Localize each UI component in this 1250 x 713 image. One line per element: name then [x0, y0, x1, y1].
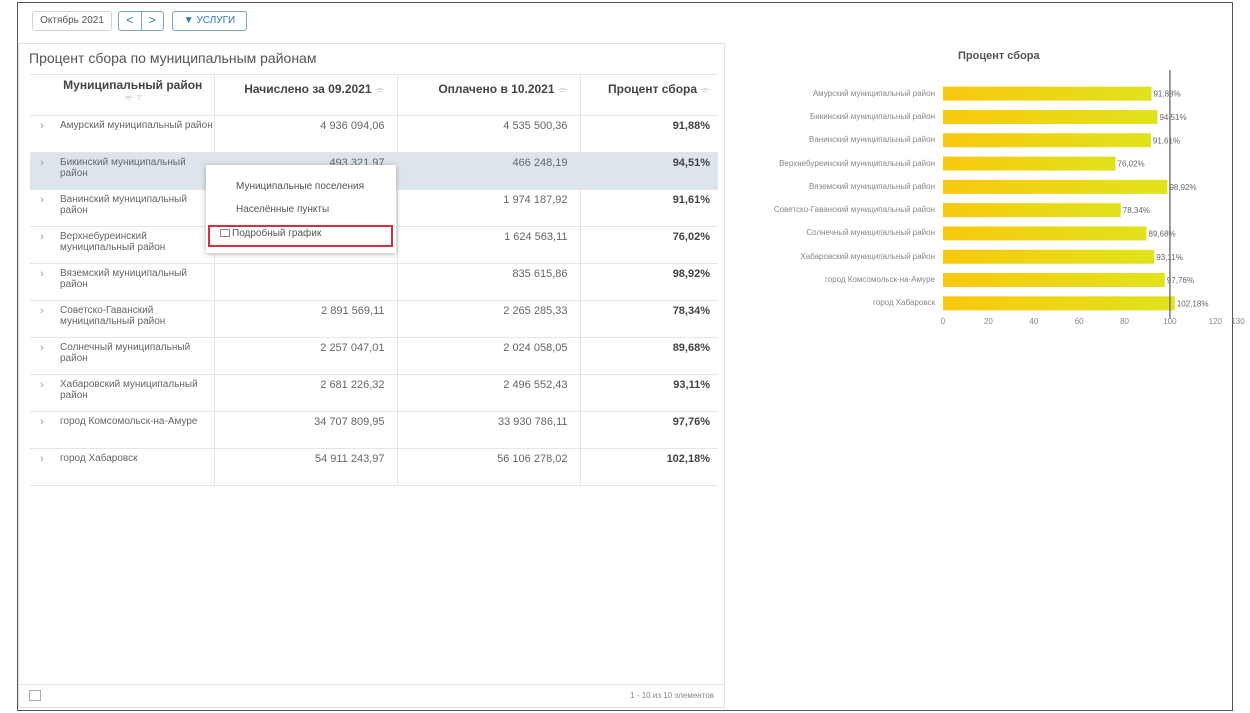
- table-row[interactable]: › Советско-Гаванский муниципальный район 2…: [30, 300, 718, 338]
- column-header-district[interactable]: Муниципальный район ⌯ ▿: [54, 74, 215, 116]
- x-tick-label: 130: [1231, 317, 1245, 326]
- category-label: Советско-Гаванский муниципальный район: [773, 205, 935, 215]
- paid-cell: 466 248,19: [397, 152, 581, 190]
- paid-cell: 4 535 500,36: [397, 115, 581, 153]
- collection-table: Муниципальный район ⌯ ▿ Начислено за 09.…: [30, 74, 718, 486]
- expand-row-button[interactable]: ›: [30, 337, 54, 375]
- table-row[interactable]: › Солнечный муниципальный район 2 257 047,…: [30, 337, 718, 375]
- table-row[interactable]: › город Комсомольск-на-Амуре 34 707 809,95…: [30, 411, 718, 449]
- category-label: Амурский муниципальный район: [812, 88, 935, 98]
- month-nav: < >: [118, 11, 164, 31]
- month-selector[interactable]: Октябрь 2021: [32, 11, 112, 31]
- expand-row-button[interactable]: ›: [30, 115, 54, 153]
- paid-cell: 2 265 285,33: [397, 300, 581, 338]
- sort-icon[interactable]: ⌯: [375, 82, 385, 96]
- district-name-cell: Бикинский муниципальный район: [54, 152, 215, 190]
- prev-month-button[interactable]: <: [119, 12, 142, 30]
- expand-row-button[interactable]: ›: [30, 152, 54, 190]
- table-row[interactable]: › город Хабаровск 54 911 243,97 56 106 278,…: [30, 448, 718, 486]
- charged-cell: 34 707 809,95: [214, 411, 398, 449]
- district-name-cell: Советско-Гаванский муниципальный район: [54, 300, 215, 338]
- percent-cell: 94,51%: [580, 152, 718, 190]
- percent-cell: 93,11%: [580, 374, 718, 412]
- percent-cell: 102,18%: [580, 448, 718, 486]
- category-label: Верхнебуреинский муниципальный район: [779, 158, 935, 168]
- category-label: Солнечный муниципальный район: [806, 228, 935, 238]
- next-month-button[interactable]: >: [142, 12, 164, 30]
- pagination-info: 1 - 10 из 10 элементов: [630, 691, 714, 700]
- expand-row-button[interactable]: ›: [30, 411, 54, 449]
- context-menu-item-localities[interactable]: Населённые пункты: [236, 204, 329, 215]
- charged-cell: 54 911 243,97: [214, 448, 398, 486]
- charged-cell: 2 681 226,32: [214, 374, 398, 412]
- district-name-cell: Верхнебуреинский муниципальный район: [54, 226, 215, 264]
- paid-cell: 2 496 552,43: [397, 374, 581, 412]
- table-header-row: Муниципальный район ⌯ ▿ Начислено за 09.…: [30, 74, 718, 116]
- percent-cell: 91,88%: [580, 115, 718, 153]
- column-header-percent[interactable]: Процент сбора ⌯: [580, 74, 718, 116]
- charged-cell: 4 936 094,06: [214, 115, 398, 153]
- table-row[interactable]: › Амурский муниципальный район 4 936 094,0…: [30, 115, 718, 153]
- column-label: Процент сбора: [607, 82, 698, 96]
- expand-row-button[interactable]: ›: [30, 300, 54, 338]
- table-row[interactable]: › Хабаровский муниципальный район 2 681 22…: [30, 374, 718, 412]
- sort-icon[interactable]: ⌯ ▿: [124, 90, 142, 104]
- district-name-cell: город Комсомольск-на-Амуре: [54, 411, 215, 449]
- expand-column-header: [30, 74, 54, 116]
- column-header-charged[interactable]: Начислено за 09.2021 ⌯: [214, 74, 398, 116]
- category-label: Бикинский муниципальный район: [809, 111, 935, 121]
- sort-icon[interactable]: ⌯: [558, 82, 568, 96]
- expand-row-button[interactable]: ›: [30, 448, 54, 486]
- column-header-paid[interactable]: Оплачено в 10.2021 ⌯: [397, 74, 581, 116]
- context-menu-item-settlements[interactable]: Муниципальные поселения: [236, 181, 364, 192]
- percent-cell: 89,68%: [580, 337, 718, 375]
- district-name-cell: город Хабаровск: [54, 448, 215, 486]
- percent-cell: 91,61%: [580, 189, 718, 227]
- charged-cell: [214, 263, 398, 301]
- expand-row-button[interactable]: ›: [30, 263, 54, 301]
- chart-category-labels: Амурский муниципальный район Бикинский му…: [720, 0, 935, 713]
- paid-cell: 56 106 278,02: [397, 448, 581, 486]
- district-name-cell: Амурский муниципальный район: [54, 115, 215, 153]
- percent-cell: 78,34%: [580, 300, 718, 338]
- services-filter-button[interactable]: ▼ УСЛУГИ: [172, 11, 247, 31]
- category-label: Вяземский муниципальный район: [808, 181, 935, 191]
- paid-cell: 2 024 058,05: [397, 337, 581, 375]
- district-name-cell: Хабаровский муниципальный район: [54, 374, 215, 412]
- category-label: город Хабаровск: [873, 298, 935, 308]
- district-name-cell: Ванинский муниципальный район: [54, 189, 215, 227]
- expand-row-button[interactable]: ›: [30, 226, 54, 264]
- table-footer: 1 - 10 из 10 элементов: [19, 684, 724, 707]
- highlight-box: [208, 225, 393, 247]
- collection-table-panel: Процент сбора по муниципальным районам М…: [18, 43, 725, 708]
- percent-cell: 97,76%: [580, 411, 718, 449]
- sort-icon[interactable]: ⌯: [700, 82, 710, 96]
- category-label: Хабаровский муниципальный район: [800, 251, 935, 261]
- category-label: Ванинский муниципальный район: [809, 135, 935, 145]
- district-name-cell: Вяземский муниципальный район: [54, 263, 215, 301]
- paid-cell: 835 615,86: [397, 263, 581, 301]
- panel-title: Процент сбора по муниципальным районам: [29, 50, 317, 66]
- category-label: город Комсомольск-на-Амуре: [825, 275, 935, 285]
- percent-cell: 76,02%: [580, 226, 718, 264]
- chart-title: Процент сбора: [958, 50, 1040, 62]
- expand-row-button[interactable]: ›: [30, 374, 54, 412]
- paid-cell: 1 974 187,92: [397, 189, 581, 227]
- export-icon[interactable]: [29, 690, 41, 701]
- district-name-cell: Солнечный муниципальный район: [54, 337, 215, 375]
- percent-cell: 98,92%: [580, 263, 718, 301]
- column-label: Оплачено в 10.2021: [438, 82, 555, 96]
- charged-cell: 2 257 047,01: [214, 337, 398, 375]
- paid-cell: 33 930 786,11: [397, 411, 581, 449]
- charged-cell: 2 891 569,11: [214, 300, 398, 338]
- expand-row-button[interactable]: ›: [30, 189, 54, 227]
- table-row[interactable]: › Вяземский муниципальный район 835 615,86…: [30, 263, 718, 301]
- paid-cell: 1 624 563,11: [397, 226, 581, 264]
- column-label: Начислено за 09.2021: [244, 82, 372, 96]
